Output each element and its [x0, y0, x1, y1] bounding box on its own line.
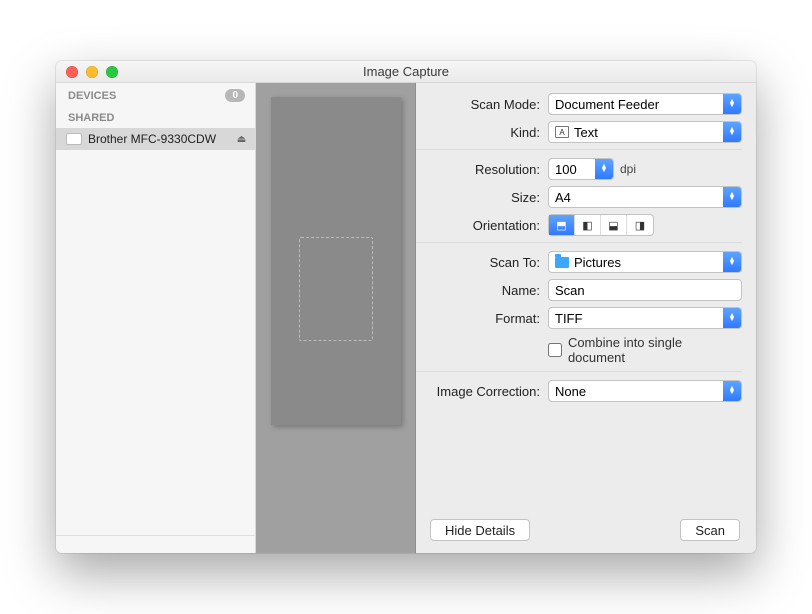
separator [416, 371, 742, 372]
minimize-button[interactable] [86, 66, 98, 78]
orientation-landscape-left[interactable]: ◧ [575, 215, 601, 235]
scan-to-select[interactable]: Pictures ▲▼ [548, 251, 742, 273]
titlebar: Image Capture [56, 61, 756, 83]
chevron-updown-icon: ▲▼ [723, 308, 741, 328]
settings-pane: Scan Mode: Document Feeder ▲▼ Kind: A Te… [416, 83, 756, 553]
preview-pane [256, 83, 416, 553]
sidebar-devices-header: DEVICES 0 [56, 83, 255, 106]
button-bar: Hide Details Scan [416, 511, 742, 543]
sidebar-shared-header: SHARED [56, 106, 255, 128]
scan-to-label: Scan To: [416, 255, 548, 270]
combine-checkbox[interactable]: Combine into single document [548, 335, 742, 365]
scan-mode-select[interactable]: Document Feeder ▲▼ [548, 93, 742, 115]
chevron-updown-icon: ▲▼ [595, 159, 613, 179]
combine-checkbox-input[interactable] [548, 343, 562, 357]
kind-label: Kind: [416, 125, 548, 140]
preview-page[interactable] [271, 97, 401, 425]
format-select[interactable]: TIFF ▲▼ [548, 307, 742, 329]
scan-mode-value: Document Feeder [555, 97, 659, 112]
orientation-segmented: ⬒ ◧ ⬓ ◨ [548, 214, 654, 236]
image-correction-value: None [555, 384, 586, 399]
kind-select[interactable]: A Text ▲▼ [548, 121, 742, 143]
resolution-value: 100 [555, 162, 577, 177]
name-field[interactable] [548, 279, 742, 301]
orientation-label: Orientation: [416, 218, 548, 233]
zoom-button[interactable] [106, 66, 118, 78]
hide-details-button[interactable]: Hide Details [430, 519, 530, 541]
size-value: A4 [555, 190, 571, 205]
separator [416, 242, 742, 243]
scan-to-value: Pictures [574, 255, 621, 270]
resolution-select[interactable]: 100 ▲▼ [548, 158, 614, 180]
resolution-unit: dpi [620, 162, 636, 176]
shared-label: SHARED [68, 112, 114, 124]
sidebar-footer [56, 535, 255, 553]
sidebar-device-row[interactable]: Brother MFC-9330CDW ⏏ [56, 128, 255, 150]
sidebar: DEVICES 0 SHARED Brother MFC-9330CDW ⏏ [56, 83, 256, 553]
printer-icon [66, 133, 82, 145]
separator [416, 149, 742, 150]
resolution-label: Resolution: [416, 162, 548, 177]
text-icon: A [555, 126, 569, 138]
orientation-landscape-right[interactable]: ◨ [627, 215, 653, 235]
chevron-updown-icon: ▲▼ [723, 381, 741, 401]
size-label: Size: [416, 190, 548, 205]
chevron-updown-icon: ▲▼ [723, 122, 741, 142]
eject-icon[interactable]: ⏏ [236, 134, 247, 145]
image-correction-select[interactable]: None ▲▼ [548, 380, 742, 402]
window: Image Capture DEVICES 0 SHARED Brother M… [56, 61, 756, 553]
devices-count-badge: 0 [225, 89, 245, 102]
chevron-updown-icon: ▲▼ [723, 94, 741, 114]
window-title: Image Capture [56, 64, 756, 79]
chevron-updown-icon: ▲▼ [723, 252, 741, 272]
orientation-portrait[interactable]: ⬒ [549, 215, 575, 235]
size-select[interactable]: A4 ▲▼ [548, 186, 742, 208]
scan-button[interactable]: Scan [680, 519, 740, 541]
orientation-portrait-flip[interactable]: ⬓ [601, 215, 627, 235]
device-name: Brother MFC-9330CDW [88, 132, 216, 146]
folder-icon [555, 257, 569, 268]
format-value: TIFF [555, 311, 582, 326]
combine-label: Combine into single document [568, 335, 742, 365]
format-label: Format: [416, 311, 548, 326]
kind-value: Text [574, 125, 598, 140]
close-button[interactable] [66, 66, 78, 78]
devices-label: DEVICES [68, 90, 116, 102]
scan-mode-label: Scan Mode: [416, 97, 548, 112]
name-label: Name: [416, 283, 548, 298]
window-controls [56, 66, 118, 78]
chevron-updown-icon: ▲▼ [723, 187, 741, 207]
image-correction-label: Image Correction: [416, 384, 548, 399]
scan-region-rect[interactable] [299, 237, 373, 341]
